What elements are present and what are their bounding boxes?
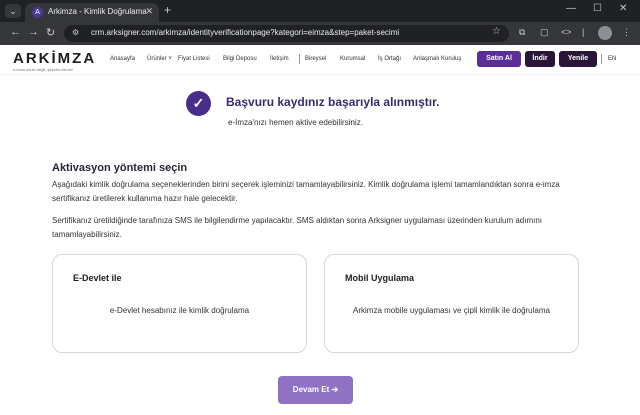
option-description: e-Devlet hesabınız ile kimlik doğrulama: [109, 306, 250, 315]
nav-iletisim[interactable]: İletişim: [270, 56, 289, 62]
back-icon[interactable]: ←: [10, 26, 21, 38]
logo-tagline: e-imza senin değil, şirketin elinde!: [13, 67, 74, 72]
lang-divider: [601, 54, 602, 64]
minimize-icon[interactable]: —: [566, 3, 576, 14]
address-bar[interactable]: ⚙ crm.arksigner.com/arkimza/identityveri…: [64, 25, 509, 42]
nav-kurumsal[interactable]: Kurumsal: [340, 56, 365, 62]
close-window-icon[interactable]: ✕: [619, 3, 627, 14]
success-subtitle: e-İmza'nızı hemen aktive edebilirsiniz.: [228, 118, 363, 127]
browser-tab-bar: ⌄ A Arkimza - Kimlik Doğrulama ✕ + — ☐ ✕: [0, 0, 640, 22]
language-switch[interactable]: EN: [608, 56, 616, 62]
favicon-icon: A: [32, 7, 43, 18]
browser-toolbar: ← → ↻ ⚙ crm.arksigner.com/arkimza/identi…: [0, 22, 640, 45]
browser-tab[interactable]: A Arkimza - Kimlik Doğrulama ✕: [25, 3, 159, 22]
code-icon[interactable]: <>: [561, 27, 572, 37]
tab-close-icon[interactable]: ✕: [145, 6, 153, 17]
nav-bilgi-deposu[interactable]: Bilgi Deposu: [223, 56, 257, 62]
check-icon: ✓: [186, 91, 211, 116]
window-icon[interactable]: ▢: [540, 27, 549, 38]
new-tab-icon[interactable]: +: [164, 3, 171, 17]
nav-anasayfa[interactable]: Anasayfa: [110, 56, 135, 62]
nav-bireysel[interactable]: Bireysel: [305, 56, 326, 62]
url-text: crm.arksigner.com/arkimza/identityverifi…: [91, 28, 400, 37]
profile-avatar[interactable]: [598, 26, 612, 40]
renew-button[interactable]: Yenile: [559, 51, 597, 67]
option-card-edevlet[interactable]: E-Devlet ile e-Devlet hesabınız ile kiml…: [52, 254, 307, 353]
option-title: Mobil Uygulama: [345, 273, 415, 283]
divider-icon: |: [582, 27, 585, 37]
continue-button[interactable]: Devam Et ➔: [278, 376, 353, 404]
option-description: Arkimza mobile uygulaması ve çipli kimli…: [353, 306, 550, 315]
tab-search-icon[interactable]: ⌄: [5, 4, 21, 18]
nav-urunler[interactable]: Ürünler ˅: [147, 56, 172, 62]
forward-icon[interactable]: →: [28, 26, 39, 38]
nav-fiyat-listesi[interactable]: Fiyat Listesi: [178, 56, 210, 62]
extensions-icon[interactable]: ⧉: [519, 27, 525, 38]
activation-title: Aktivasyon yöntemi seçin: [52, 162, 188, 174]
logo[interactable]: ARKİMZA: [13, 50, 96, 67]
option-card-mobile[interactable]: Mobil Uygulama Arkimza mobile uygulaması…: [324, 254, 579, 353]
reload-icon[interactable]: ↻: [46, 26, 55, 39]
maximize-icon[interactable]: ☐: [593, 3, 602, 14]
site-info-icon[interactable]: ⚙: [72, 28, 79, 37]
tab-title: Arkimza - Kimlik Doğrulama: [48, 7, 147, 16]
nav-divider: [299, 54, 300, 64]
buy-button[interactable]: Satın Al: [477, 51, 521, 67]
activation-info-text: Aşağıdaki kimlik doğrulama seçeneklerind…: [52, 180, 560, 203]
site-header: ARKİMZA e-imza senin değil, şirketin eli…: [0, 45, 640, 75]
success-title: Başvuru kaydınız başarıyla alınmıştır.: [226, 95, 440, 109]
download-button[interactable]: İndir: [525, 51, 555, 67]
bookmark-star-icon[interactable]: ☆: [492, 26, 501, 37]
option-title: E-Devlet ile: [73, 273, 122, 283]
menu-icon[interactable]: ⋮: [622, 27, 631, 38]
nav-is-ortagi[interactable]: İş Ortağı: [378, 56, 401, 62]
nav-anlasmali-kurulus[interactable]: Anlaşmalı Kuruluş: [413, 56, 461, 62]
sms-info-text: Sertifikanız üretildiğinde tarafınıza SM…: [52, 216, 543, 239]
